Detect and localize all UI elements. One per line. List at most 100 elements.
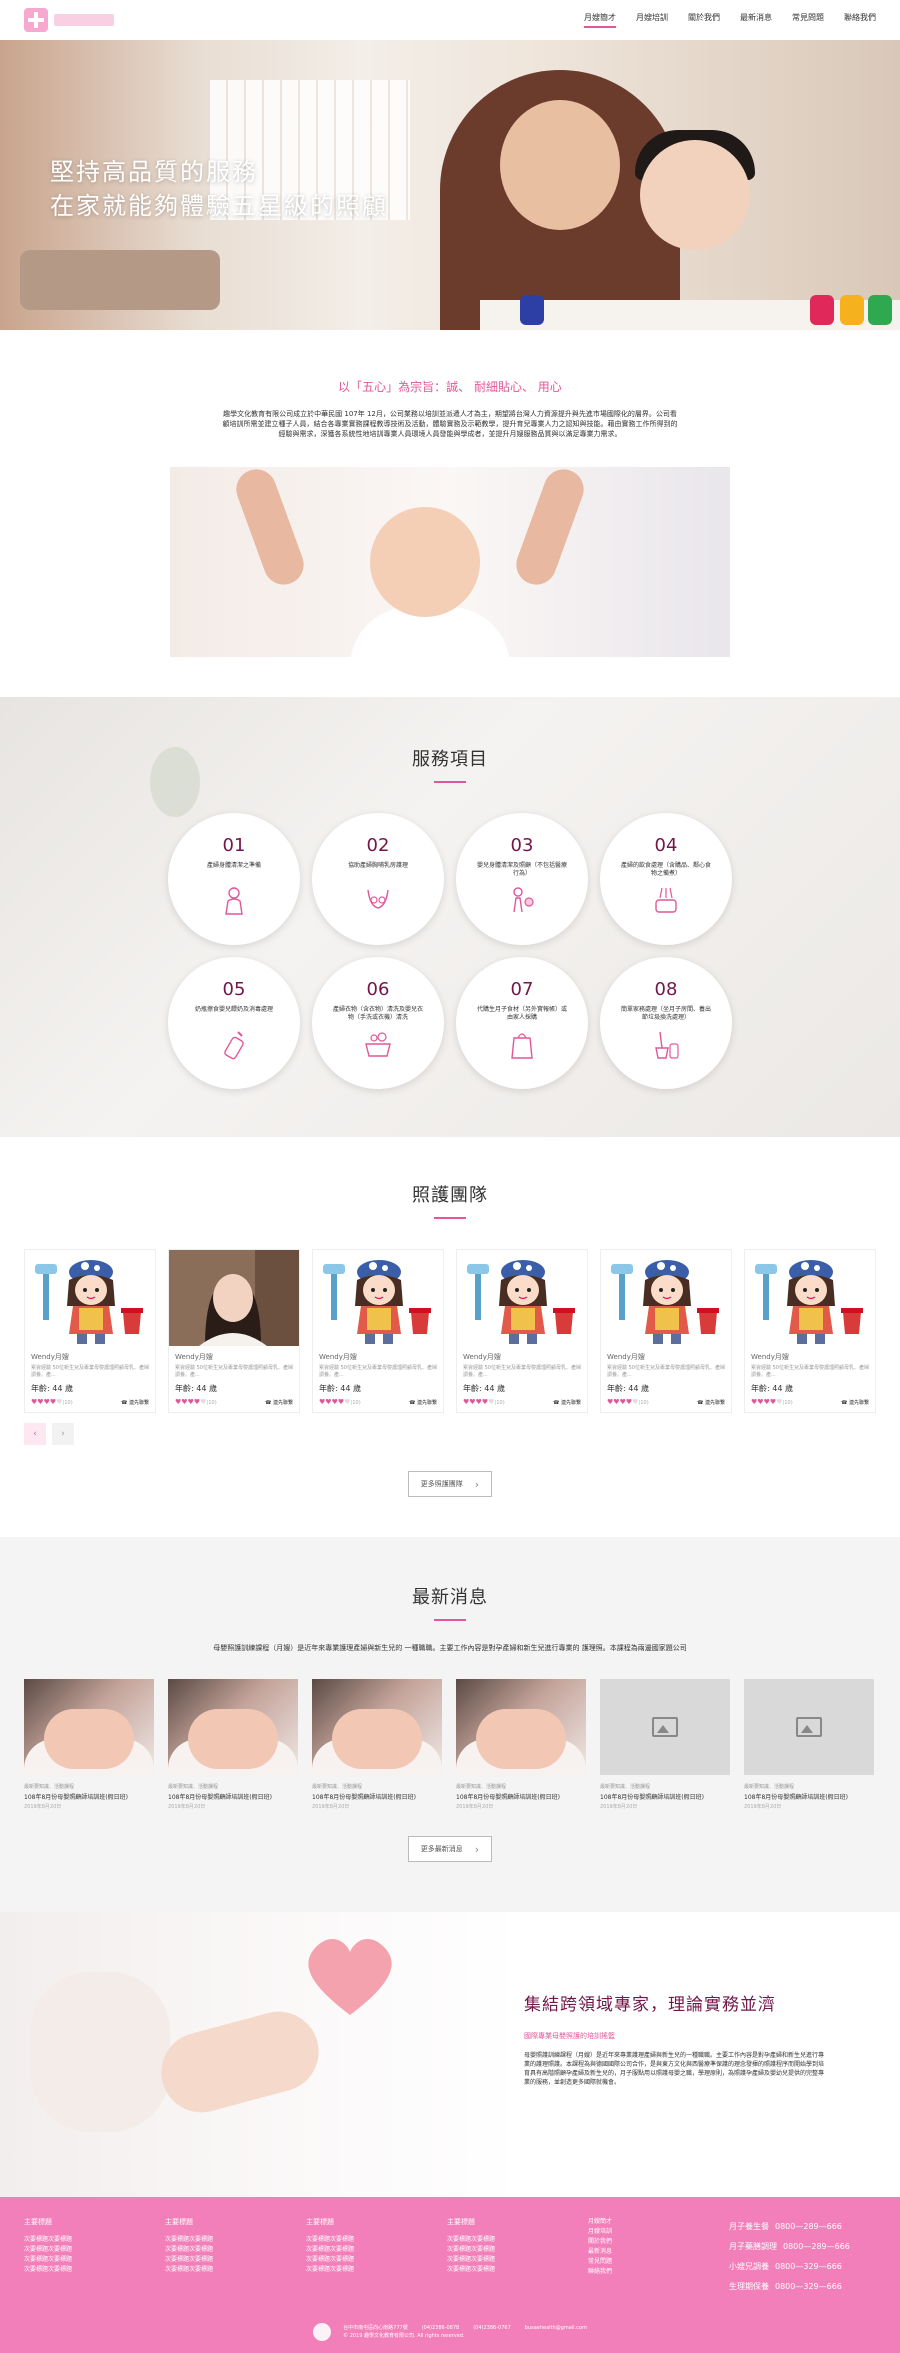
service-item-07[interactable]: 07 代購生月子食材（另外實報帳）或由家人採購 [456,957,588,1089]
service-number: 08 [654,979,678,1000]
nav-item-1[interactable]: 月嫂簡才 [584,12,616,28]
service-description: 代購生月子食材（另外實報帳）或由家人採購 [477,1006,568,1021]
news-image [168,1679,298,1775]
nav-item-2[interactable]: 月嫂培訓 [636,12,668,28]
team-member-card[interactable]: Wendy月嫂 累資經驗 50位新生兒及專業母嬰護理照顧母乳、產婦調養、產... 年… [456,1249,588,1413]
contact-link[interactable]: ☎ 連先聯繫 [697,1399,725,1406]
phone-icon: ☎ [265,1399,273,1406]
footer-phone-row[interactable]: 生理期保養 0800—329—666 [723,2277,864,2297]
service-description: 嬰兒身體清潔及照顧（不包括醫療行為） [477,862,568,877]
contact-link[interactable]: ☎ 連先聯繫 [265,1399,293,1406]
footer-link[interactable]: 次要標題次要標題 [165,2255,306,2265]
member-name: Wendy月嫂 [31,1353,69,1361]
service-item-06[interactable]: 06 產婦衣物（含衣物）清洗及嬰兒衣物（手洗或衣機）清洗 [312,957,444,1089]
footer-site-link[interactable]: 聯絡我們 [588,2267,723,2277]
news-card[interactable]: 最新要知識．活動課程 108年8月份母嬰照顧師培訓班(假日班) 2019年8月20日 [744,1679,874,1810]
footer-link[interactable]: 次要標題次要標題 [447,2235,588,2245]
contact-link[interactable]: ☎ 連先聯繫 [121,1399,149,1406]
footer-link[interactable]: 次要標題次要標題 [165,2265,306,2275]
nav-item-6[interactable]: 聯絡我們 [844,12,876,28]
review-count: (10) [782,1400,793,1406]
news-card[interactable]: 最新要知識．活動課程 108年8月份母嬰照顧師培訓班(假日班) 2019年8月20日 [456,1679,586,1810]
news-date: 2019年8月20日 [24,1804,62,1810]
footer-site-link[interactable]: 關於我們 [588,2237,723,2247]
member-age: 年齡: 44 歲 [175,1384,217,1393]
review-count: (10) [62,1400,73,1406]
contact-label: 連先聯繫 [128,1399,149,1406]
footer-link[interactable]: 次要標題次要標題 [447,2255,588,2265]
contact-link[interactable]: ☎ 連先聯繫 [409,1399,437,1406]
news-title[interactable]: 108年8月份母嬰照顧師培訓班(假日班) [744,1792,874,1801]
service-item-08[interactable]: 08 簡單家務處理（坐月子房間、養出節垃圾換洗處理） [600,957,732,1089]
phone-number: 0800—289—666 [775,2222,842,2231]
background-plant [150,747,200,817]
nav-item-3[interactable]: 關於我們 [688,12,720,28]
news-card[interactable]: 最新要知識．活動課程 108年8月份母嬰照顧師培訓班(假日班) 2019年8月20日 [600,1679,730,1810]
footer-link[interactable]: 次要標題次要標題 [24,2235,165,2245]
more-team-button[interactable]: 更多照護團隊 › [408,1471,492,1497]
service-number: 04 [654,835,678,856]
service-item-04[interactable]: 04 產婦的飲食處理（含購品、鄰心食物之備煮） [600,813,732,945]
footer-phone-row[interactable]: 小嫂兄調養 0800—329—666 [723,2257,864,2277]
team-section: 照護團隊 Wendy月嫂 累資經驗 50位新生兒及專業母嬰護理照顧母乳、產婦調養、… [0,1137,900,1537]
service-item-03[interactable]: 03 嬰兒身體清潔及照顧（不包括醫療行為） [456,813,588,945]
footer-link[interactable]: 次要標題次要標題 [24,2265,165,2275]
footer-site-link[interactable]: 月嫂培訓 [588,2227,723,2237]
contact-link[interactable]: ☎ 連先聯繫 [841,1399,869,1406]
contact-label: 連先聯繫 [560,1399,581,1406]
footer-link[interactable]: 次要標題次要標題 [24,2255,165,2265]
footer-link[interactable]: 次要標題次要標題 [447,2265,588,2275]
expert-section: 集結跨領域專家，理論實務並濟 國際專業母嬰照護的培訓搖籃 母嬰照護訓練課程（月嫂… [0,1912,900,2197]
member-name: Wendy月嫂 [607,1353,645,1361]
rating-hearts: ♥♥♥♥♥(10) [31,1398,73,1406]
news-card[interactable]: 最新要知識．活動課程 108年8月份母嬰照顧師培訓班(假日班) 2019年8月20日 [24,1679,154,1810]
footer-link[interactable]: 次要標題次要標題 [306,2265,447,2275]
footer-link[interactable]: 次要標題次要標題 [306,2245,447,2255]
team-member-card[interactable]: Wendy月嫂 累資經驗 50位新生兒及專業母嬰護理照顧母乳、產婦調養、產... 年… [24,1249,156,1413]
team-member-card[interactable]: Wendy月嫂 累資經驗 50位新生兒及專業母嬰護理照顧母乳、產婦調養、產... 年… [744,1249,876,1413]
news-title[interactable]: 108年8月份母嬰照顧師培訓班(假日班) [168,1792,298,1801]
rating-hearts: ♥♥♥♥♥(10) [751,1398,793,1406]
contact-link[interactable]: ☎ 連先聯繫 [553,1399,581,1406]
team-member-card[interactable]: Wendy月嫂 累資經驗 50位新生兒及專業母嬰護理照顧母乳、產婦調養、產... 年… [312,1249,444,1413]
site-logo[interactable] [24,8,114,32]
caregiver-cartoon-icon [611,1260,719,1344]
paint-jar-yellow [840,295,864,325]
news-date: 2019年8月20日 [168,1804,206,1810]
logo-wordmark [54,14,114,26]
carousel-next-button[interactable]: › [52,1423,74,1445]
news-title[interactable]: 108年8月份母嬰照顧師培訓班(假日班) [600,1792,730,1801]
member-footer: ♥♥♥♥♥(10) ☎ 連先聯繫 [463,1398,581,1406]
team-member-card[interactable]: Wendy月嫂 累資經驗 50位新生兒及專業母嬰護理照顧母乳、產婦調養、產... 年… [168,1249,300,1413]
footer-column: 主要標題 次要標題次要標題 次要標題次要標題 次要標題次要標題 次要標題次要標題 [306,2217,447,2297]
footer-link[interactable]: 次要標題次要標題 [306,2235,447,2245]
footer-link[interactable]: 次要標題次要標題 [24,2245,165,2255]
member-photo [25,1250,155,1346]
news-title[interactable]: 108年8月份母嬰照顧師培訓班(假日班) [312,1792,442,1801]
carousel-prev-button[interactable]: ‹ [24,1423,46,1445]
footer-link[interactable]: 次要標題次要標題 [447,2245,588,2255]
footer-link[interactable]: 次要標題次要標題 [306,2255,447,2265]
news-title[interactable]: 108年8月份母嬰照顧師培訓班(假日班) [24,1792,154,1801]
footer-site-link[interactable]: 常見問題 [588,2257,723,2267]
footer-site-link[interactable]: 最新消息 [588,2247,723,2257]
services-grid: 01 產婦身體清潔之準備 02 協助產婦胸哺乳房護理 03 嬰兒身體清潔及照顧（不包括醫療… [0,813,900,1089]
news-title[interactable]: 108年8月份母嬰照顧師培訓班(假日班) [456,1792,586,1801]
news-card[interactable]: 最新要知識．活動課程 108年8月份母嬰照顧師培訓班(假日班) 2019年8月20日 [168,1679,298,1810]
service-item-01[interactable]: 01 產婦身體清潔之準備 [168,813,300,945]
service-item-02[interactable]: 02 協助產婦胸哺乳房護理 [312,813,444,945]
footer-link[interactable]: 次要標題次要標題 [165,2245,306,2255]
more-news-button[interactable]: 更多最新消息 › [408,1836,492,1862]
footer-email[interactable]: busaehealth@gmail.com [525,2324,587,2332]
footer-site-link[interactable]: 月嫂簡才 [588,2217,723,2227]
footer-phone-row[interactable]: 月子藥膳調理 0800—289—666 [723,2237,864,2257]
nav-item-4[interactable]: 最新消息 [740,12,772,28]
team-member-card[interactable]: Wendy月嫂 累資經驗 50位新生兒及專業母嬰護理照顧母乳、產婦調養、產... 年… [600,1249,732,1413]
member-name: Wendy月嫂 [319,1353,357,1361]
footer-phone-row[interactable]: 月子養生餐 0800—289—666 [723,2217,864,2237]
news-card[interactable]: 最新要知識．活動課程 108年8月份母嬰照顧師培訓班(假日班) 2019年8月20日 [312,1679,442,1810]
nav-item-5[interactable]: 常見問題 [792,12,824,28]
service-item-05[interactable]: 05 奶瓶擦食嬰兒餵奶及消毒處理 [168,957,300,1089]
footer-link[interactable]: 次要標題次要標題 [165,2235,306,2245]
news-intro: 母嬰照護訓練課程（月嫂）是近年來專業護理產婦與新生兒的 一種職職。主要工作內容是… [213,1644,687,1652]
